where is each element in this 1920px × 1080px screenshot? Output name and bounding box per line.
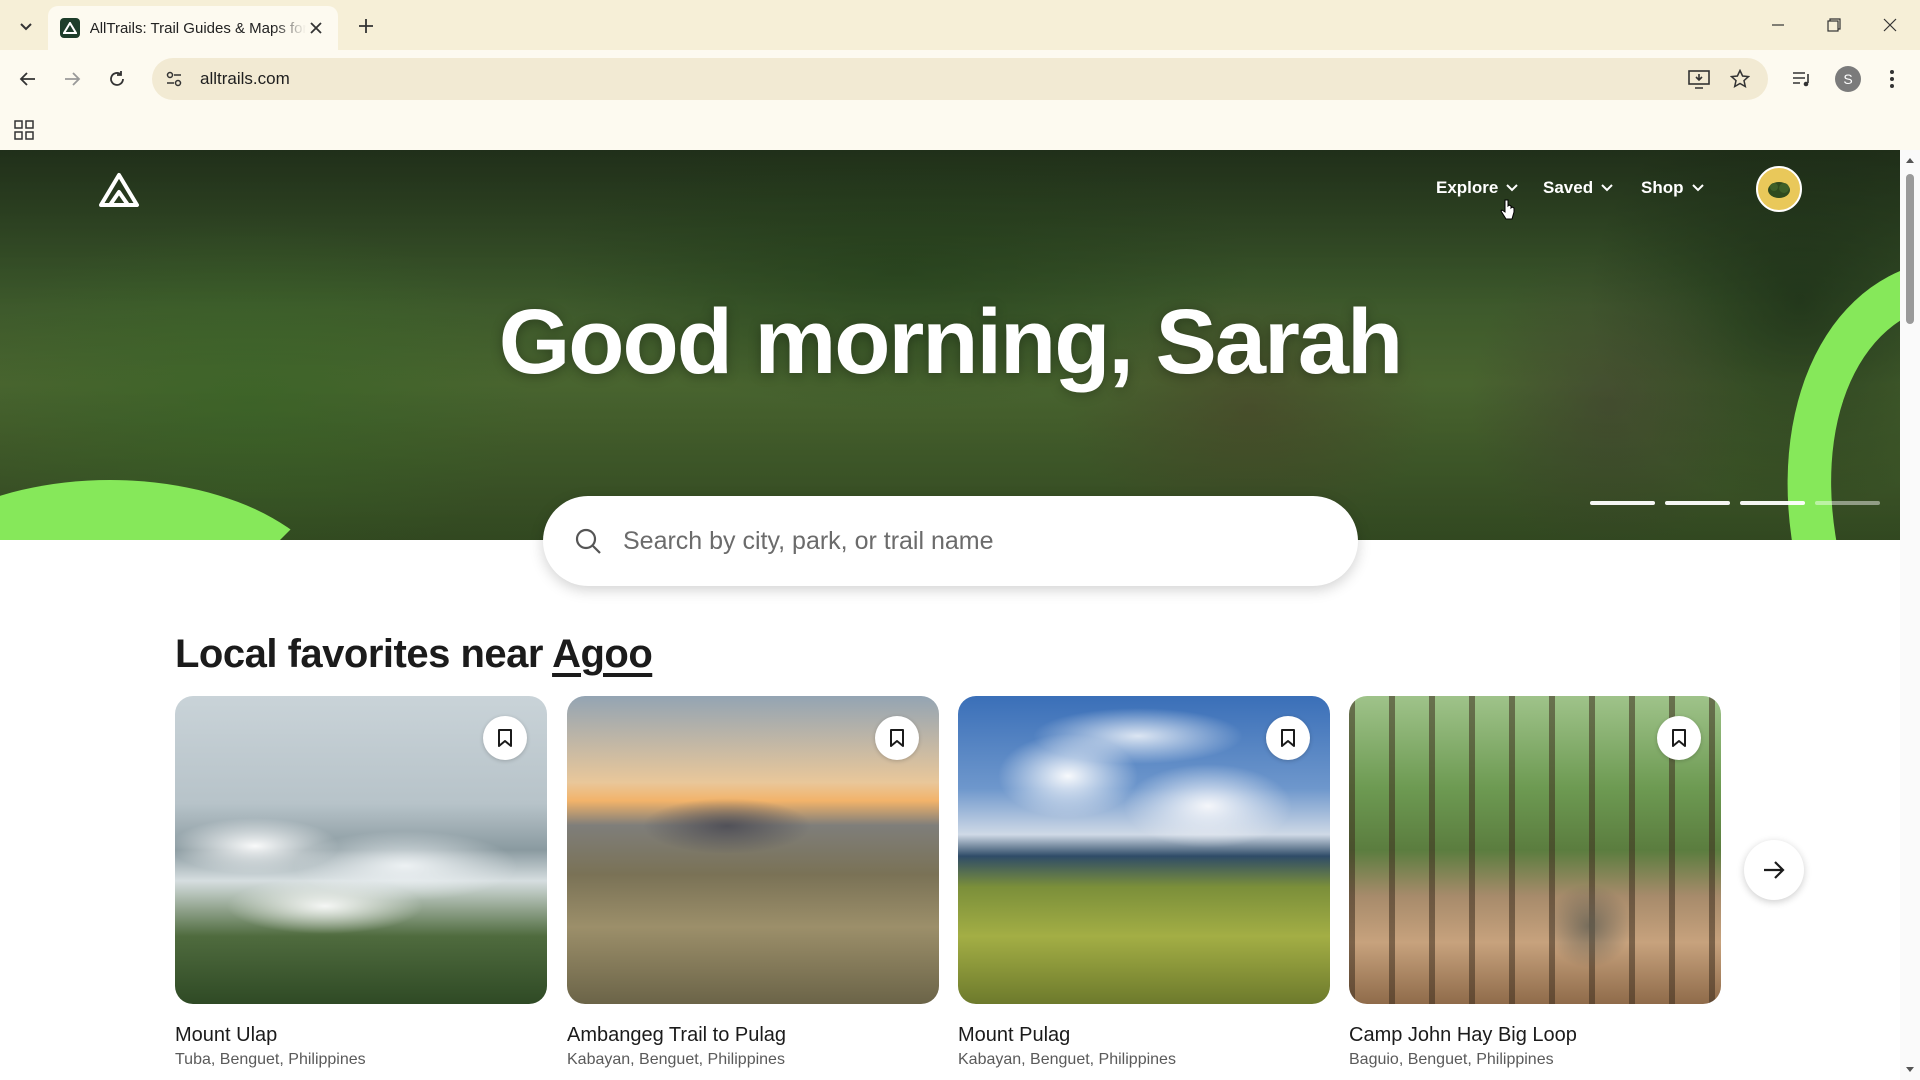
reload-icon [110, 71, 124, 86]
scroll-up-icon[interactable] [1904, 154, 1916, 166]
trail-card[interactable]: Ambangeg Trail to Pulag Kabayan, Benguet… [567, 696, 939, 1069]
url-text: alltrails.com [200, 69, 290, 88]
new-tab-button[interactable] [352, 12, 380, 40]
nav-saved-label: Saved [1543, 178, 1594, 197]
chevron-down-icon [1601, 184, 1613, 192]
trail-location: Baguio, Benguet, Philippines [1349, 1051, 1554, 1068]
plus-icon [359, 19, 373, 33]
media-queue-icon [1793, 72, 1809, 87]
bookmark-icon [1281, 729, 1295, 747]
close-window-button[interactable] [1862, 0, 1918, 50]
scroll-down-icon[interactable] [1904, 1064, 1916, 1076]
nav-saved[interactable]: Saved [1543, 178, 1613, 198]
user-avatar[interactable] [1756, 166, 1802, 212]
hero-banner: Explore Saved Shop Good morning, Sarah [0, 150, 1900, 540]
bookmarks-bar [0, 108, 1920, 150]
bookmark-icon [890, 729, 904, 747]
alltrails-favicon [60, 18, 80, 38]
trail-card[interactable]: Camp John Hay Big Loop Baguio, Benguet, … [1349, 696, 1721, 1069]
arrow-right-icon [1764, 861, 1785, 879]
tab-groups-button[interactable] [10, 116, 38, 144]
save-trail-button[interactable] [483, 716, 527, 760]
nav-shop[interactable]: Shop [1641, 178, 1704, 198]
forward-button[interactable] [56, 63, 88, 95]
location-link[interactable]: Agoo [552, 632, 653, 676]
profile-avatar: S [1835, 66, 1861, 92]
kebab-menu-icon [1890, 70, 1894, 88]
address-bar[interactable]: alltrails.com [152, 58, 1768, 100]
close-icon [1883, 18, 1897, 32]
tab-title: AllTrails: Trail Guides & Maps for Hikin… [89, 19, 307, 37]
apps-grid-icon [14, 120, 34, 140]
scrollbar-thumb[interactable] [1906, 174, 1914, 324]
trail-name[interactable]: Mount Pulag [958, 1024, 1330, 1047]
carousel-next-button[interactable] [1744, 840, 1804, 900]
media-controls-button[interactable] [1786, 63, 1818, 95]
trail-photo[interactable] [958, 696, 1330, 1004]
trail-name[interactable]: Mount Ulap [175, 1024, 547, 1047]
reload-button[interactable] [101, 63, 133, 95]
avatar-image-icon [1768, 182, 1790, 198]
trail-location: Kabayan, Benguet, Philippines [958, 1051, 1176, 1068]
arrow-right-icon [65, 72, 81, 86]
nav-explore-label: Explore [1436, 178, 1499, 197]
site-info-icon[interactable] [158, 63, 190, 95]
chevron-down-icon [1506, 184, 1519, 192]
arrow-left-icon [19, 72, 35, 86]
trail-search-bar[interactable]: Search by city, park, or trail name [543, 496, 1358, 586]
save-trail-button[interactable] [1657, 716, 1701, 760]
profile-button[interactable]: S [1832, 63, 1864, 95]
trail-name[interactable]: Ambangeg Trail to Pulag [567, 1024, 939, 1047]
restore-icon [1827, 18, 1841, 32]
nav-shop-label: Shop [1641, 178, 1684, 197]
page-scrollbar[interactable] [1900, 150, 1920, 1080]
minimize-button[interactable] [1750, 0, 1806, 50]
browser-tabstrip: AllTrails: Trail Guides & Maps for Hikin… [0, 0, 1920, 50]
search-input[interactable]: Search by city, park, or trail name [623, 527, 994, 556]
slide-indicator[interactable] [1665, 501, 1730, 505]
trail-name[interactable]: Camp John Hay Big Loop [1349, 1024, 1721, 1047]
restore-button[interactable] [1806, 0, 1862, 50]
star-icon [1730, 69, 1750, 88]
save-trail-button[interactable] [875, 716, 919, 760]
slide-indicator[interactable] [1590, 501, 1655, 505]
bookmark-star-button[interactable] [1724, 63, 1756, 95]
install-app-button[interactable] [1683, 63, 1715, 95]
chevron-down-icon [20, 23, 32, 31]
tab-search-button[interactable] [12, 12, 40, 40]
nav-explore[interactable]: Explore [1436, 178, 1519, 198]
trail-photo[interactable] [1349, 696, 1721, 1004]
alltrails-logo[interactable] [98, 172, 140, 208]
slide-indicator[interactable] [1740, 501, 1805, 505]
hero-slide-indicators [1590, 501, 1880, 505]
trail-location: Kabayan, Benguet, Philippines [567, 1051, 785, 1068]
minimize-icon [1772, 24, 1784, 26]
slide-indicator[interactable] [1815, 501, 1880, 505]
bookmark-icon [498, 729, 512, 747]
trail-card[interactable]: Mount Pulag Kabayan, Benguet, Philippine… [958, 696, 1330, 1069]
browser-toolbar: alltrails.com S [0, 50, 1920, 108]
trail-location: Tuba, Benguet, Philippines [175, 1051, 366, 1068]
browser-tab-active[interactable]: AllTrails: Trail Guides & Maps for Hikin… [48, 6, 338, 50]
close-icon [310, 22, 322, 34]
install-icon [1688, 70, 1710, 89]
search-icon [573, 526, 603, 556]
page-viewport: Explore Saved Shop Good morning, Sarah S… [0, 150, 1900, 1080]
back-button[interactable] [12, 63, 44, 95]
bookmark-icon [1672, 729, 1686, 747]
greeting-heading: Good morning, Sarah [498, 291, 1403, 393]
local-favorites-heading: Local favorites near Agoo [175, 632, 653, 677]
tab-close-button[interactable] [306, 18, 326, 38]
save-trail-button[interactable] [1266, 716, 1310, 760]
mountain-logo-icon [99, 173, 139, 207]
chevron-down-icon [1691, 184, 1704, 192]
local-favorites-prefix: Local favorites near [175, 632, 553, 676]
trail-photo[interactable] [567, 696, 939, 1004]
browser-menu-button[interactable] [1876, 63, 1908, 95]
trail-photo[interactable] [175, 696, 547, 1004]
mouse-pointer-icon [1500, 199, 1515, 220]
trail-card[interactable]: Mount Ulap Tuba, Benguet, Philippines [175, 696, 547, 1069]
